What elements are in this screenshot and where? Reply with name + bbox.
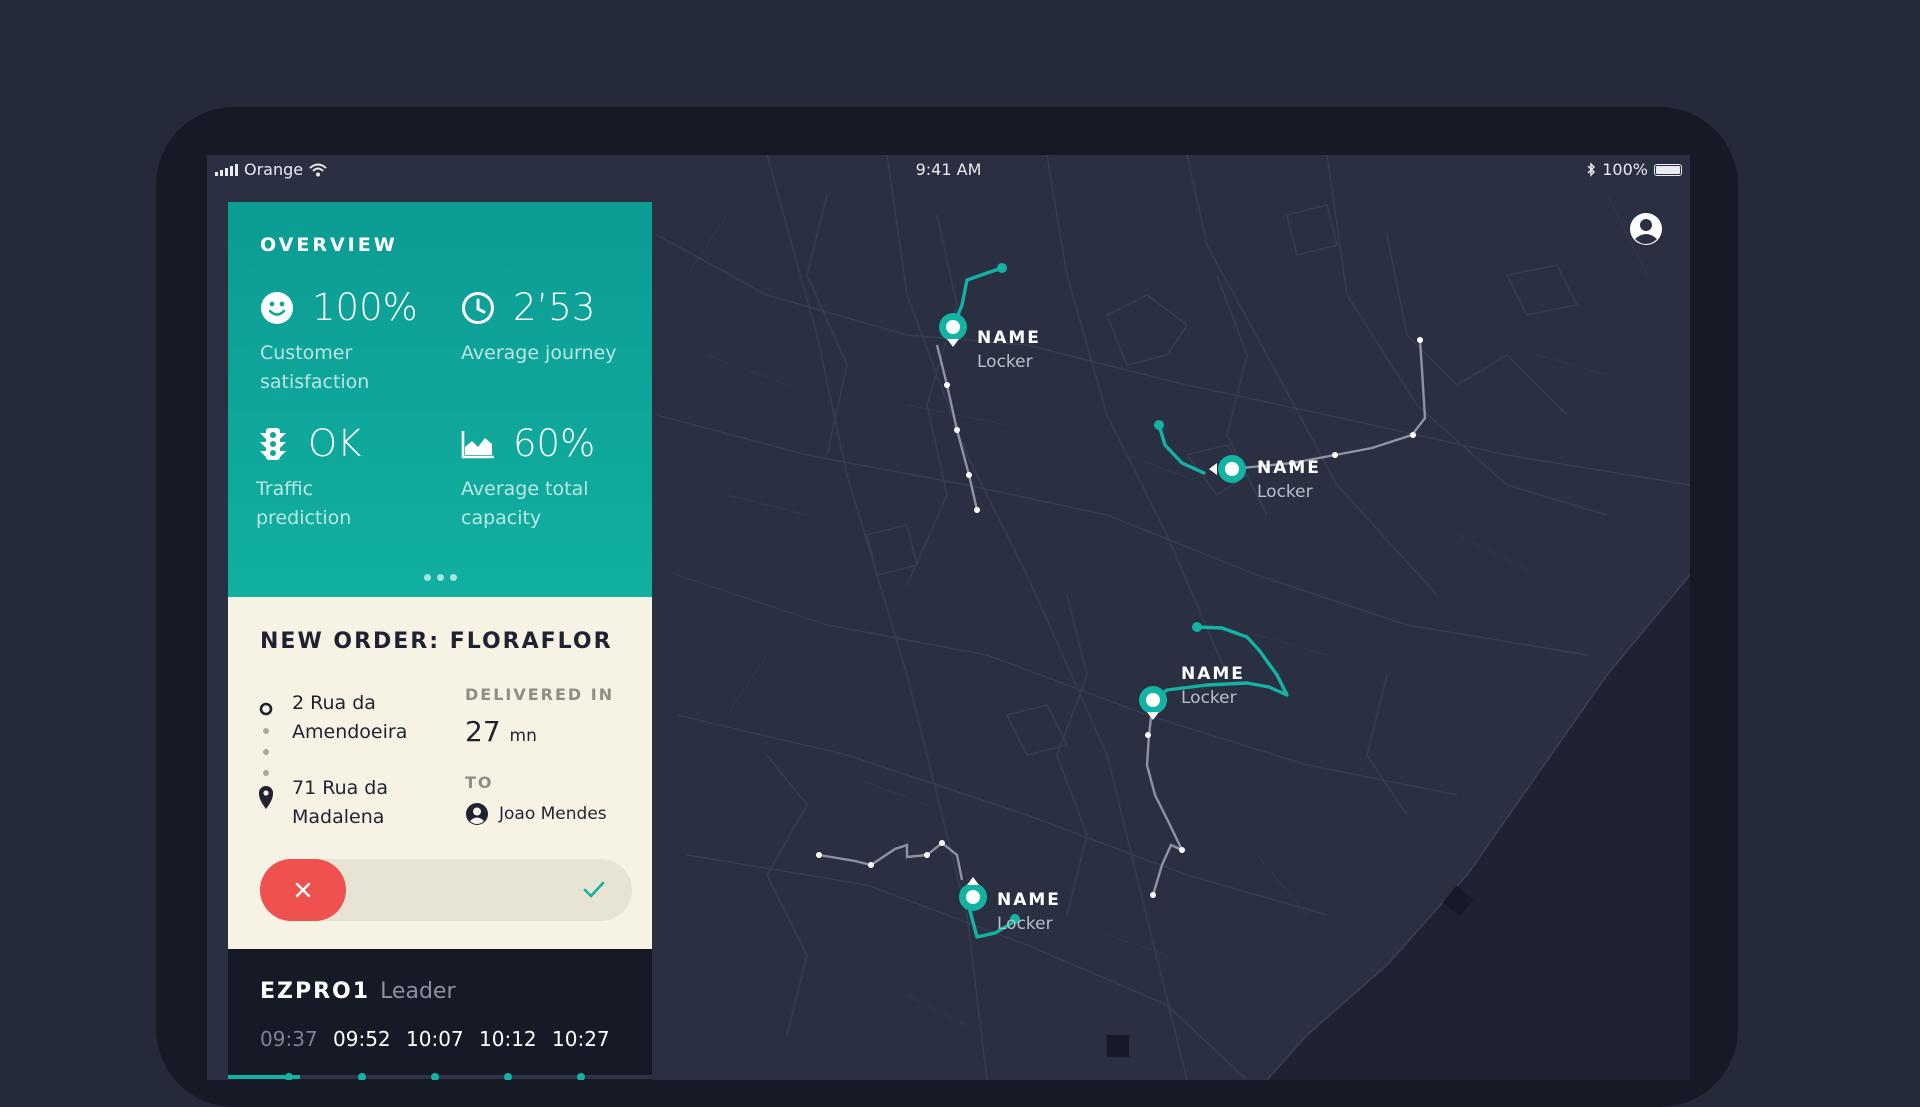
bluetooth-icon: [1587, 162, 1596, 177]
locker-label[interactable]: NAME Locker: [977, 328, 1041, 372]
delivered-value: 27 mn: [465, 715, 537, 748]
new-order-card: NEW ORDER: FLORAFLOR 2 Rua da Amendoeira…: [228, 597, 652, 949]
time-stop: 10:12: [479, 1027, 537, 1051]
address-line: 2 Rua da: [292, 692, 376, 714]
locker-label[interactable]: NAME Locker: [997, 890, 1061, 934]
timeline-progress: [228, 1073, 652, 1080]
driver-name: EZPRO1: [260, 979, 371, 1004]
tablet-screen: NAME Locker NAME Locker NAME Locker NAME…: [207, 155, 1690, 1080]
address-line: Madalena: [292, 806, 385, 828]
delivered-label: DELIVERED IN: [465, 685, 615, 704]
check-icon[interactable]: [582, 878, 606, 902]
metric-value: 100%: [312, 286, 418, 329]
metric-journey: 2’53 Average journey: [461, 286, 651, 368]
metric-label: Average journey: [461, 342, 617, 364]
delivered-unit: mn: [509, 726, 537, 746]
metric-value: 60%: [513, 422, 596, 465]
delivered-number: 27: [465, 715, 501, 748]
metric-label: Traffic: [256, 478, 314, 500]
locker-name: NAME: [977, 328, 1041, 348]
accept-reject-slider[interactable]: [260, 859, 632, 921]
smiley-icon: [261, 291, 293, 324]
metric-label: Customer: [260, 342, 353, 364]
status-time: 9:41 AM: [915, 160, 982, 179]
progress-dot: [577, 1073, 585, 1080]
locker-type: Locker: [997, 914, 1053, 934]
pickup-address: 2 Rua da Amendoeira: [292, 689, 407, 747]
dropoff-address: 71 Rua da Madalena: [292, 774, 388, 832]
profile-icon[interactable]: [1628, 211, 1664, 247]
progress-dot: [285, 1073, 293, 1080]
address-line: 71 Rua da: [292, 777, 388, 799]
locker-type: Locker: [1181, 688, 1237, 708]
driver-role: Leader: [380, 979, 456, 1004]
locker-type: Locker: [977, 352, 1033, 372]
address-line: Amendoeira: [292, 721, 408, 743]
status-bar: Orange 9:41 AM 100%: [207, 155, 1690, 185]
time-stop: 09:52: [333, 1027, 391, 1051]
page-indicator[interactable]: [228, 566, 652, 585]
metric-label: prediction: [256, 507, 352, 529]
progress-dot: [431, 1073, 439, 1080]
order-title: NEW ORDER: FLORAFLOR: [260, 629, 613, 654]
area-chart-icon: [461, 430, 494, 458]
metric-satisfaction: 100% Customer satisfaction: [260, 286, 450, 397]
metric-label: capacity: [461, 507, 542, 529]
time-stop: 10:07: [406, 1027, 464, 1051]
locker-label[interactable]: NAME Locker: [1181, 664, 1245, 708]
reject-button[interactable]: [260, 859, 346, 921]
clock-icon: [462, 291, 494, 324]
user-icon: [466, 803, 488, 825]
metric-capacity: 60% Average total capacity: [461, 422, 651, 533]
time-stop: 09:37: [260, 1027, 318, 1051]
locker-name: NAME: [1181, 664, 1245, 684]
locker-name: NAME: [997, 890, 1061, 910]
driver-header: EZPRO1 Leader: [260, 979, 652, 1004]
metric-value: OK: [308, 422, 362, 465]
progress-dot: [358, 1073, 366, 1080]
route-indicator: [259, 702, 273, 809]
recipient: Joao Mendes: [465, 802, 607, 826]
recipient-name: Joao Mendes: [499, 804, 607, 824]
driver-schedule[interactable]: EZPRO1 Leader 09:37 09:52 10:07 10:12 10:…: [228, 949, 652, 1080]
metric-value: 2’53: [513, 286, 596, 329]
timeline-times: 09:37 09:52 10:07 10:12 10:27: [260, 1027, 625, 1051]
overview-title: OVERVIEW: [260, 234, 398, 256]
metric-traffic: OK Traffic prediction: [256, 422, 446, 533]
battery-icon: [1654, 163, 1682, 176]
locker-label[interactable]: NAME Locker: [1257, 458, 1321, 502]
overview-card[interactable]: OVERVIEW 100% Customer satisfaction 2’53…: [228, 202, 652, 597]
traffic-light-icon: [260, 427, 286, 460]
metric-label: satisfaction: [260, 371, 370, 393]
metric-label: Average total: [461, 478, 589, 500]
close-icon: [295, 882, 311, 898]
progress-dot: [504, 1073, 512, 1080]
left-panel: OVERVIEW 100% Customer satisfaction 2’53…: [228, 202, 652, 1080]
locker-type: Locker: [1257, 482, 1313, 502]
to-label: TO: [465, 773, 494, 792]
time-stop: 10:27: [552, 1027, 610, 1051]
battery-percent: 100%: [1602, 160, 1648, 179]
locker-name: NAME: [1257, 458, 1321, 478]
